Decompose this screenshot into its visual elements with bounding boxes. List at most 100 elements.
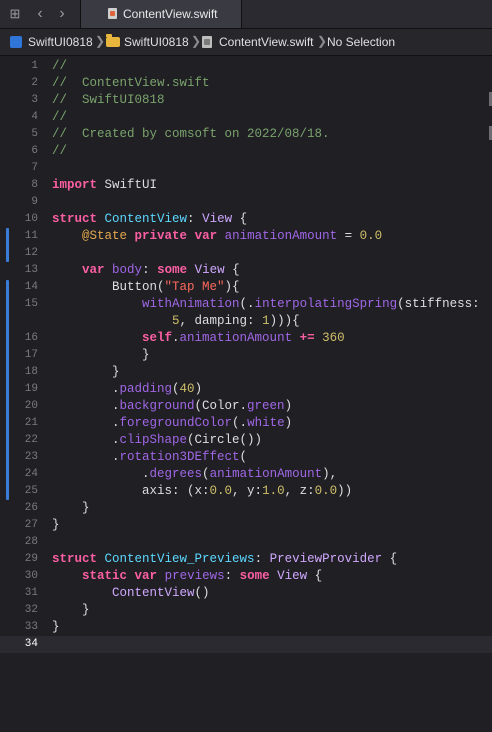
code-token: // [52,110,68,124]
code-token: . [172,331,180,345]
grid-icon[interactable]: ⊞ [6,0,24,28]
code-token: SwiftUI [97,178,158,192]
code-token: : [187,212,203,226]
code-token: struct [52,552,98,566]
breadcrumb-group[interactable]: SwiftUI0818 [124,35,189,49]
code-line[interactable]: 22 .clipShape(Circle()) [0,432,492,449]
code-token: PreviewProvider [269,552,383,566]
line-number: 33 [24,621,38,633]
code-line[interactable]: 9 [0,194,492,211]
code-text: @State private var animationAmount = 0.0 [52,228,382,245]
code-text: // SwiftUI0818 [52,92,165,109]
code-line[interactable]: 24 .degrees(animationAmount), [0,466,492,483]
code-line[interactable]: 21 .foregroundColor(.white) [0,415,492,432]
code-line[interactable]: 20 .background(Color.green) [0,398,492,415]
code-token: static [82,569,128,583]
code-text: .foregroundColor(.white) [52,415,292,432]
line-number: 14 [24,281,38,293]
code-token: 0.0 [209,484,233,498]
code-line[interactable]: 12 [0,245,492,262]
code-text: Button("Tap Me"){ [52,279,240,296]
code-token: padding [119,382,173,396]
code-token: ContentView_Previews [104,552,255,566]
line-number: 19 [24,383,38,395]
code-token: } [52,603,90,617]
code-line[interactable]: 8 import SwiftUI [0,177,492,194]
code-token: ContentView [104,212,188,226]
code-token: . [52,382,120,396]
code-editor[interactable]: 1 // 2 // ContentView.swift 3 // SwiftUI0818 4… [0,56,492,732]
code-text: import SwiftUI [52,177,157,194]
code-token: (stiffness: [397,297,480,311]
code-line[interactable]: 28 [0,534,492,551]
breadcrumb-project[interactable]: SwiftUI0818 [28,35,93,49]
code-line[interactable]: 32 } [0,602,492,619]
code-line[interactable]: 6 // [0,143,492,160]
code-line[interactable]: 33} [0,619,492,636]
line-number: 5 [31,128,38,140]
breadcrumb-file[interactable]: ContentView.swift [219,35,314,49]
code-line[interactable]: 10 struct ContentView: View { [0,211,492,228]
code-line[interactable]: 30 static var previews: some View { [0,568,492,585]
code-line[interactable]: 27} [0,517,492,534]
code-line[interactable]: 5 // Created by comsoft on 2022/08/18. [0,126,492,143]
code-line[interactable]: 1 // [0,58,492,75]
code-text: .rotation3DEffect( [52,449,247,466]
code-line[interactable]: 23 .rotation3DEffect( [0,449,492,466]
code-line[interactable]: 11 @State private var animationAmount = … [0,228,492,245]
line-number: 17 [24,349,38,361]
code-line[interactable]: 4 // [0,109,492,126]
code-token: // Created by comsoft on 2022/08/18. [52,127,330,141]
code-token: (. [239,297,255,311]
code-line[interactable]: 17 } [0,347,492,364]
breadcrumb-selection[interactable]: No Selection [327,35,395,49]
code-line[interactable]: 3 // SwiftUI0818 [0,92,492,109]
code-token: // SwiftUI0818 [52,93,165,107]
code-line[interactable]: 29 struct ContentView_Previews: PreviewPr… [0,551,492,568]
code-line[interactable]: 14 Button("Tap Me"){ [0,279,492,296]
code-token: : [254,552,270,566]
code-token: { [307,569,323,583]
code-token: var [194,229,218,243]
code-token: 40 [179,382,195,396]
line-number: 31 [24,587,38,599]
code-token: var [82,263,105,277]
code-line[interactable]: 5, damping: 1))){ [0,313,492,330]
chevron-left-icon[interactable]: ‹ [32,0,48,28]
chevron-right-icon[interactable]: › [54,0,70,28]
code-line[interactable]: 16 self.animationAmount += 360 [0,330,492,347]
code-token: var [134,569,158,583]
code-line[interactable]: 25 axis: (x:0.0, y:1.0, z:0.0)) [0,483,492,500]
line-number: 23 [24,451,38,463]
code-token: . [52,433,120,447]
code-token: 360 [322,331,345,345]
code-token: . [52,467,150,481]
code-line[interactable]: 18 } [0,364,492,381]
code-line[interactable]: 31 ContentView() [0,585,492,602]
code-line[interactable]: 26 } [0,500,492,517]
code-line[interactable]: 13 var body: some View { [0,262,492,279]
line-number: 22 [24,434,38,446]
code-line[interactable]: 34 [0,636,492,653]
code-token: self [142,331,173,345]
code-token: { [232,212,248,226]
code-token: 1.0 [262,484,285,498]
code-token: (. [232,416,248,430]
breadcrumb-chevron-icon: ❯ [317,34,328,48]
code-token: 5 [172,314,180,328]
tab-contentview[interactable]: ContentView.swift [80,0,242,28]
code-token: += [299,331,315,345]
code-line[interactable]: 7 [0,160,492,177]
code-line[interactable]: 19 .padding(40) [0,381,492,398]
tab-bar: ⊞ ‹ › ContentView.swift [0,0,492,29]
code-line[interactable]: 15 withAnimation(.interpolatingSpring(st… [0,296,492,313]
code-token: animationAmount [179,331,293,345]
code-line[interactable]: 2 // ContentView.swift [0,75,492,92]
code-token: (Circle()) [187,433,263,447]
code-token: @State [82,229,128,243]
